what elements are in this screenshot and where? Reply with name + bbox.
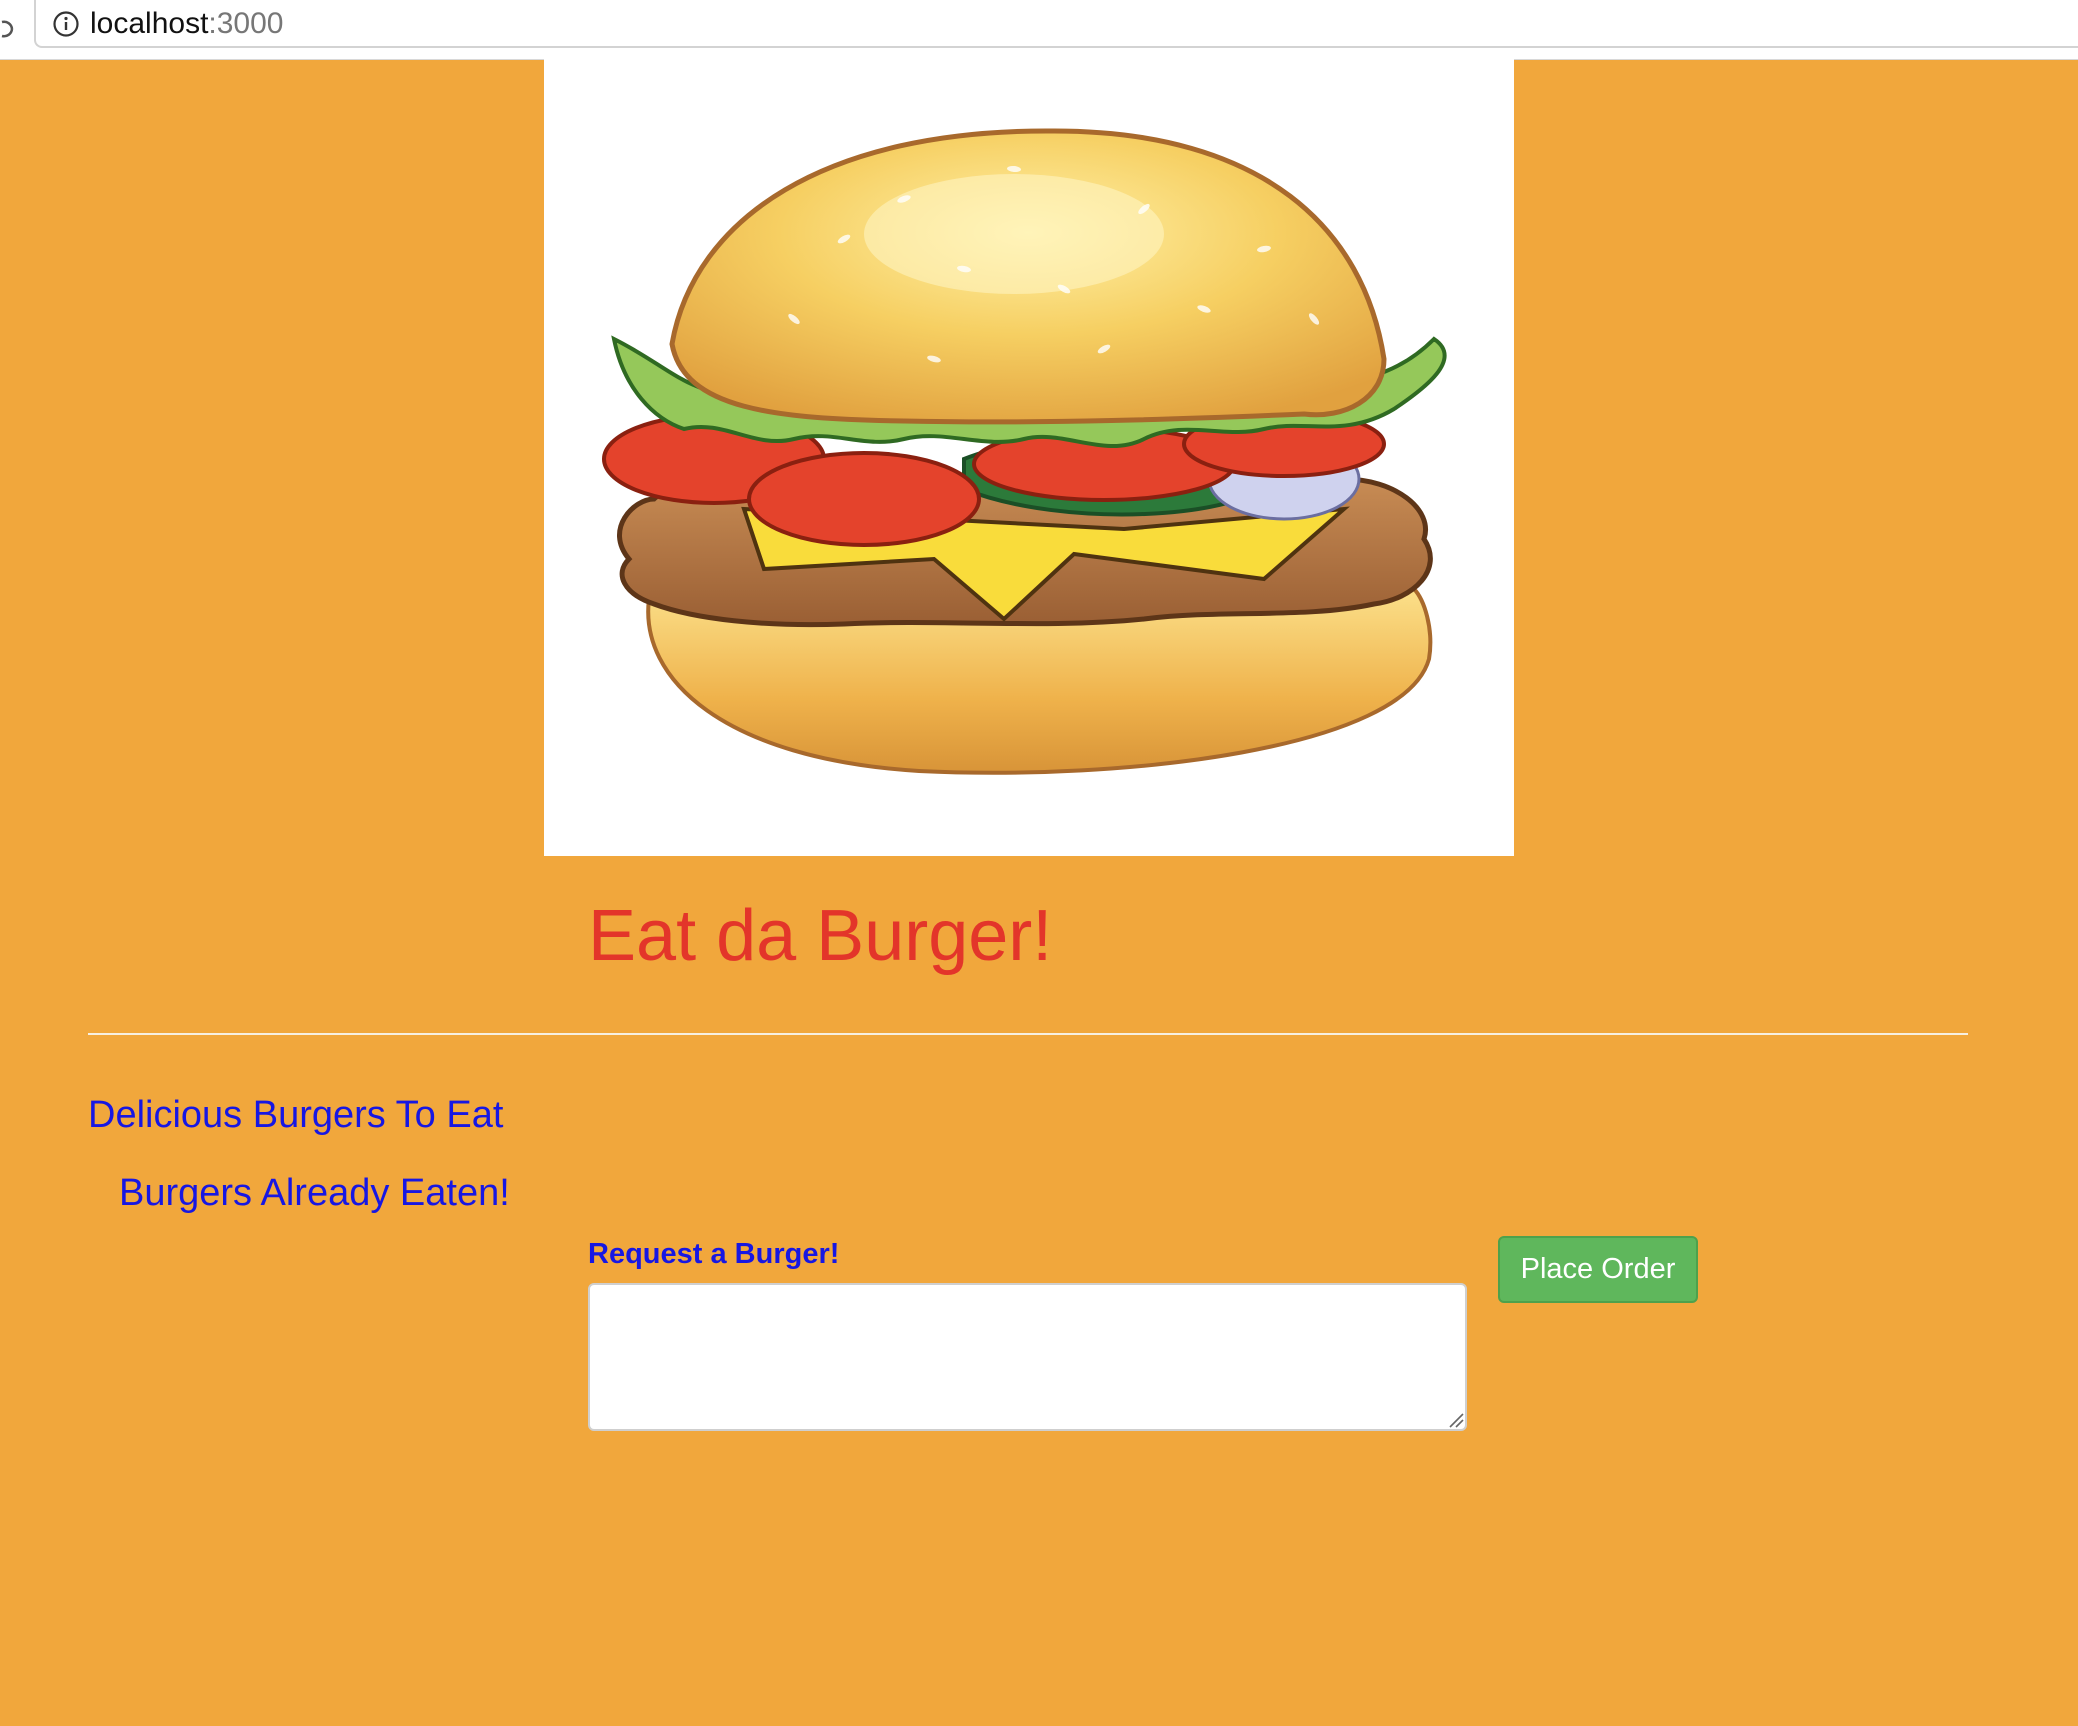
place-order-button[interactable]: Place Order [1498,1236,1698,1303]
burger-request-input[interactable] [588,1283,1467,1431]
resize-handle-icon[interactable] [1446,1410,1464,1428]
browser-toolbar: localhost:3000 [0,0,2078,60]
divider [88,1033,1968,1035]
url-text[interactable]: localhost:3000 [90,6,283,42]
burgers-to-eat-heading: Delicious Burgers To Eat [88,1094,504,1136]
reload-icon[interactable] [0,14,14,44]
url-host: localhost [90,7,209,40]
info-icon[interactable] [52,10,80,38]
address-bar[interactable]: localhost:3000 [34,0,2078,48]
burger-request-label: Request a Burger! [588,1238,840,1270]
burger-illustration-icon [602,128,1447,775]
hero-image [544,59,1514,856]
burgers-eaten-heading: Burgers Already Eaten! [119,1172,510,1214]
page-title: Eat da Burger! [588,896,1053,976]
url-port: :3000 [208,7,284,40]
